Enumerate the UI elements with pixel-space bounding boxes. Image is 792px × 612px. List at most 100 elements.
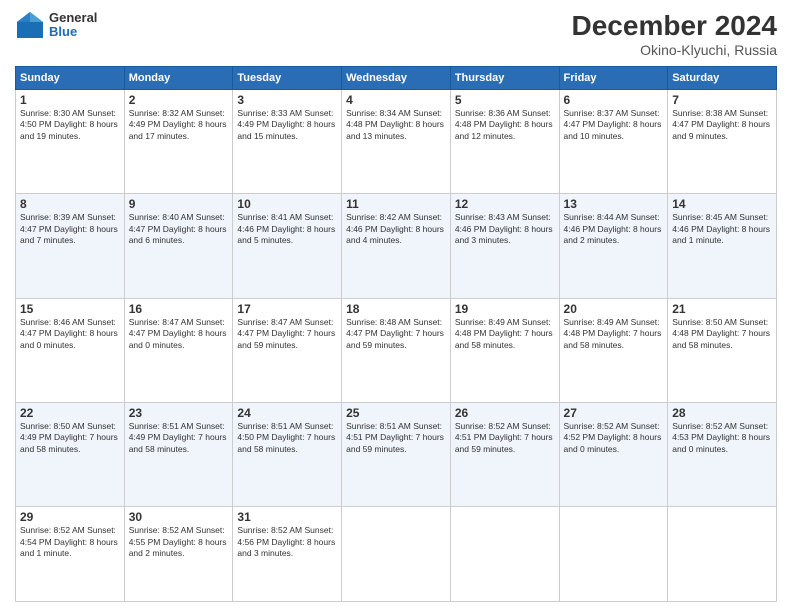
day-info: Sunrise: 8:42 AM Sunset: 4:46 PM Dayligh… bbox=[346, 212, 446, 246]
day-number: 16 bbox=[129, 302, 229, 316]
logo: General Blue bbox=[15, 10, 97, 40]
day-info: Sunrise: 8:39 AM Sunset: 4:47 PM Dayligh… bbox=[20, 212, 120, 246]
day-info: Sunrise: 8:51 AM Sunset: 4:49 PM Dayligh… bbox=[129, 421, 229, 455]
day-number: 23 bbox=[129, 406, 229, 420]
calendar-cell: 15Sunrise: 8:46 AM Sunset: 4:47 PM Dayli… bbox=[16, 298, 125, 402]
day-info: Sunrise: 8:34 AM Sunset: 4:48 PM Dayligh… bbox=[346, 108, 446, 142]
day-number: 12 bbox=[455, 197, 555, 211]
calendar-cell: 16Sunrise: 8:47 AM Sunset: 4:47 PM Dayli… bbox=[124, 298, 233, 402]
day-number: 31 bbox=[237, 510, 337, 524]
day-number: 7 bbox=[672, 93, 772, 107]
day-info: Sunrise: 8:44 AM Sunset: 4:46 PM Dayligh… bbox=[564, 212, 664, 246]
calendar-cell: 7Sunrise: 8:38 AM Sunset: 4:47 PM Daylig… bbox=[668, 90, 777, 194]
calendar-cell: 11Sunrise: 8:42 AM Sunset: 4:46 PM Dayli… bbox=[342, 194, 451, 298]
logo-line1: General bbox=[49, 11, 97, 25]
calendar-cell: 19Sunrise: 8:49 AM Sunset: 4:48 PM Dayli… bbox=[450, 298, 559, 402]
day-number: 25 bbox=[346, 406, 446, 420]
calendar-cell bbox=[559, 507, 668, 602]
day-number: 4 bbox=[346, 93, 446, 107]
day-number: 5 bbox=[455, 93, 555, 107]
day-number: 24 bbox=[237, 406, 337, 420]
calendar-week-row: 1Sunrise: 8:30 AM Sunset: 4:50 PM Daylig… bbox=[16, 90, 777, 194]
day-info: Sunrise: 8:52 AM Sunset: 4:52 PM Dayligh… bbox=[564, 421, 664, 455]
day-number: 14 bbox=[672, 197, 772, 211]
day-info: Sunrise: 8:49 AM Sunset: 4:48 PM Dayligh… bbox=[455, 317, 555, 351]
day-number: 6 bbox=[564, 93, 664, 107]
calendar-cell: 12Sunrise: 8:43 AM Sunset: 4:46 PM Dayli… bbox=[450, 194, 559, 298]
calendar-week-row: 29Sunrise: 8:52 AM Sunset: 4:54 PM Dayli… bbox=[16, 507, 777, 602]
day-info: Sunrise: 8:47 AM Sunset: 4:47 PM Dayligh… bbox=[237, 317, 337, 351]
calendar-week-row: 22Sunrise: 8:50 AM Sunset: 4:49 PM Dayli… bbox=[16, 402, 777, 506]
calendar-cell: 13Sunrise: 8:44 AM Sunset: 4:46 PM Dayli… bbox=[559, 194, 668, 298]
calendar-week-row: 8Sunrise: 8:39 AM Sunset: 4:47 PM Daylig… bbox=[16, 194, 777, 298]
day-info: Sunrise: 8:38 AM Sunset: 4:47 PM Dayligh… bbox=[672, 108, 772, 142]
day-info: Sunrise: 8:52 AM Sunset: 4:51 PM Dayligh… bbox=[455, 421, 555, 455]
calendar-cell: 21Sunrise: 8:50 AM Sunset: 4:48 PM Dayli… bbox=[668, 298, 777, 402]
calendar-cell: 9Sunrise: 8:40 AM Sunset: 4:47 PM Daylig… bbox=[124, 194, 233, 298]
day-number: 29 bbox=[20, 510, 120, 524]
calendar-cell: 1Sunrise: 8:30 AM Sunset: 4:50 PM Daylig… bbox=[16, 90, 125, 194]
calendar-cell: 30Sunrise: 8:52 AM Sunset: 4:55 PM Dayli… bbox=[124, 507, 233, 602]
calendar-cell: 10Sunrise: 8:41 AM Sunset: 4:46 PM Dayli… bbox=[233, 194, 342, 298]
day-info: Sunrise: 8:47 AM Sunset: 4:47 PM Dayligh… bbox=[129, 317, 229, 351]
calendar-cell: 18Sunrise: 8:48 AM Sunset: 4:47 PM Dayli… bbox=[342, 298, 451, 402]
day-info: Sunrise: 8:52 AM Sunset: 4:54 PM Dayligh… bbox=[20, 525, 120, 559]
day-number: 30 bbox=[129, 510, 229, 524]
day-info: Sunrise: 8:41 AM Sunset: 4:46 PM Dayligh… bbox=[237, 212, 337, 246]
day-number: 1 bbox=[20, 93, 120, 107]
logo-icon bbox=[15, 10, 45, 40]
day-info: Sunrise: 8:50 AM Sunset: 4:48 PM Dayligh… bbox=[672, 317, 772, 351]
col-header-wednesday: Wednesday bbox=[342, 67, 451, 90]
day-info: Sunrise: 8:51 AM Sunset: 4:50 PM Dayligh… bbox=[237, 421, 337, 455]
day-info: Sunrise: 8:43 AM Sunset: 4:46 PM Dayligh… bbox=[455, 212, 555, 246]
calendar-table: SundayMondayTuesdayWednesdayThursdayFrid… bbox=[15, 66, 777, 602]
calendar-cell: 6Sunrise: 8:37 AM Sunset: 4:47 PM Daylig… bbox=[559, 90, 668, 194]
day-info: Sunrise: 8:51 AM Sunset: 4:51 PM Dayligh… bbox=[346, 421, 446, 455]
calendar-cell: 27Sunrise: 8:52 AM Sunset: 4:52 PM Dayli… bbox=[559, 402, 668, 506]
calendar-cell: 26Sunrise: 8:52 AM Sunset: 4:51 PM Dayli… bbox=[450, 402, 559, 506]
col-header-friday: Friday bbox=[559, 67, 668, 90]
col-header-sunday: Sunday bbox=[16, 67, 125, 90]
day-info: Sunrise: 8:33 AM Sunset: 4:49 PM Dayligh… bbox=[237, 108, 337, 142]
day-info: Sunrise: 8:49 AM Sunset: 4:48 PM Dayligh… bbox=[564, 317, 664, 351]
day-number: 19 bbox=[455, 302, 555, 316]
day-number: 2 bbox=[129, 93, 229, 107]
day-info: Sunrise: 8:30 AM Sunset: 4:50 PM Dayligh… bbox=[20, 108, 120, 142]
col-header-tuesday: Tuesday bbox=[233, 67, 342, 90]
month-title: December 2024 bbox=[572, 10, 777, 42]
logo-text: General Blue bbox=[49, 11, 97, 40]
calendar-cell: 8Sunrise: 8:39 AM Sunset: 4:47 PM Daylig… bbox=[16, 194, 125, 298]
calendar-cell: 3Sunrise: 8:33 AM Sunset: 4:49 PM Daylig… bbox=[233, 90, 342, 194]
location-subtitle: Okino-Klyuchi, Russia bbox=[572, 42, 777, 58]
day-number: 15 bbox=[20, 302, 120, 316]
calendar-cell: 2Sunrise: 8:32 AM Sunset: 4:49 PM Daylig… bbox=[124, 90, 233, 194]
day-number: 11 bbox=[346, 197, 446, 211]
calendar-cell: 28Sunrise: 8:52 AM Sunset: 4:53 PM Dayli… bbox=[668, 402, 777, 506]
col-header-thursday: Thursday bbox=[450, 67, 559, 90]
calendar-cell bbox=[342, 507, 451, 602]
calendar-cell: 23Sunrise: 8:51 AM Sunset: 4:49 PM Dayli… bbox=[124, 402, 233, 506]
day-number: 9 bbox=[129, 197, 229, 211]
day-number: 17 bbox=[237, 302, 337, 316]
day-number: 8 bbox=[20, 197, 120, 211]
logo-line2: Blue bbox=[49, 25, 97, 39]
day-number: 13 bbox=[564, 197, 664, 211]
calendar-cell: 24Sunrise: 8:51 AM Sunset: 4:50 PM Dayli… bbox=[233, 402, 342, 506]
calendar-cell: 31Sunrise: 8:52 AM Sunset: 4:56 PM Dayli… bbox=[233, 507, 342, 602]
day-number: 10 bbox=[237, 197, 337, 211]
calendar-cell: 4Sunrise: 8:34 AM Sunset: 4:48 PM Daylig… bbox=[342, 90, 451, 194]
day-number: 28 bbox=[672, 406, 772, 420]
calendar-cell: 29Sunrise: 8:52 AM Sunset: 4:54 PM Dayli… bbox=[16, 507, 125, 602]
day-info: Sunrise: 8:32 AM Sunset: 4:49 PM Dayligh… bbox=[129, 108, 229, 142]
day-number: 27 bbox=[564, 406, 664, 420]
day-info: Sunrise: 8:48 AM Sunset: 4:47 PM Dayligh… bbox=[346, 317, 446, 351]
calendar-cell: 20Sunrise: 8:49 AM Sunset: 4:48 PM Dayli… bbox=[559, 298, 668, 402]
day-info: Sunrise: 8:52 AM Sunset: 4:53 PM Dayligh… bbox=[672, 421, 772, 455]
calendar-cell: 14Sunrise: 8:45 AM Sunset: 4:46 PM Dayli… bbox=[668, 194, 777, 298]
day-info: Sunrise: 8:37 AM Sunset: 4:47 PM Dayligh… bbox=[564, 108, 664, 142]
calendar-week-row: 15Sunrise: 8:46 AM Sunset: 4:47 PM Dayli… bbox=[16, 298, 777, 402]
calendar-header-row: SundayMondayTuesdayWednesdayThursdayFrid… bbox=[16, 67, 777, 90]
title-section: December 2024 Okino-Klyuchi, Russia bbox=[572, 10, 777, 58]
day-number: 20 bbox=[564, 302, 664, 316]
day-info: Sunrise: 8:45 AM Sunset: 4:46 PM Dayligh… bbox=[672, 212, 772, 246]
